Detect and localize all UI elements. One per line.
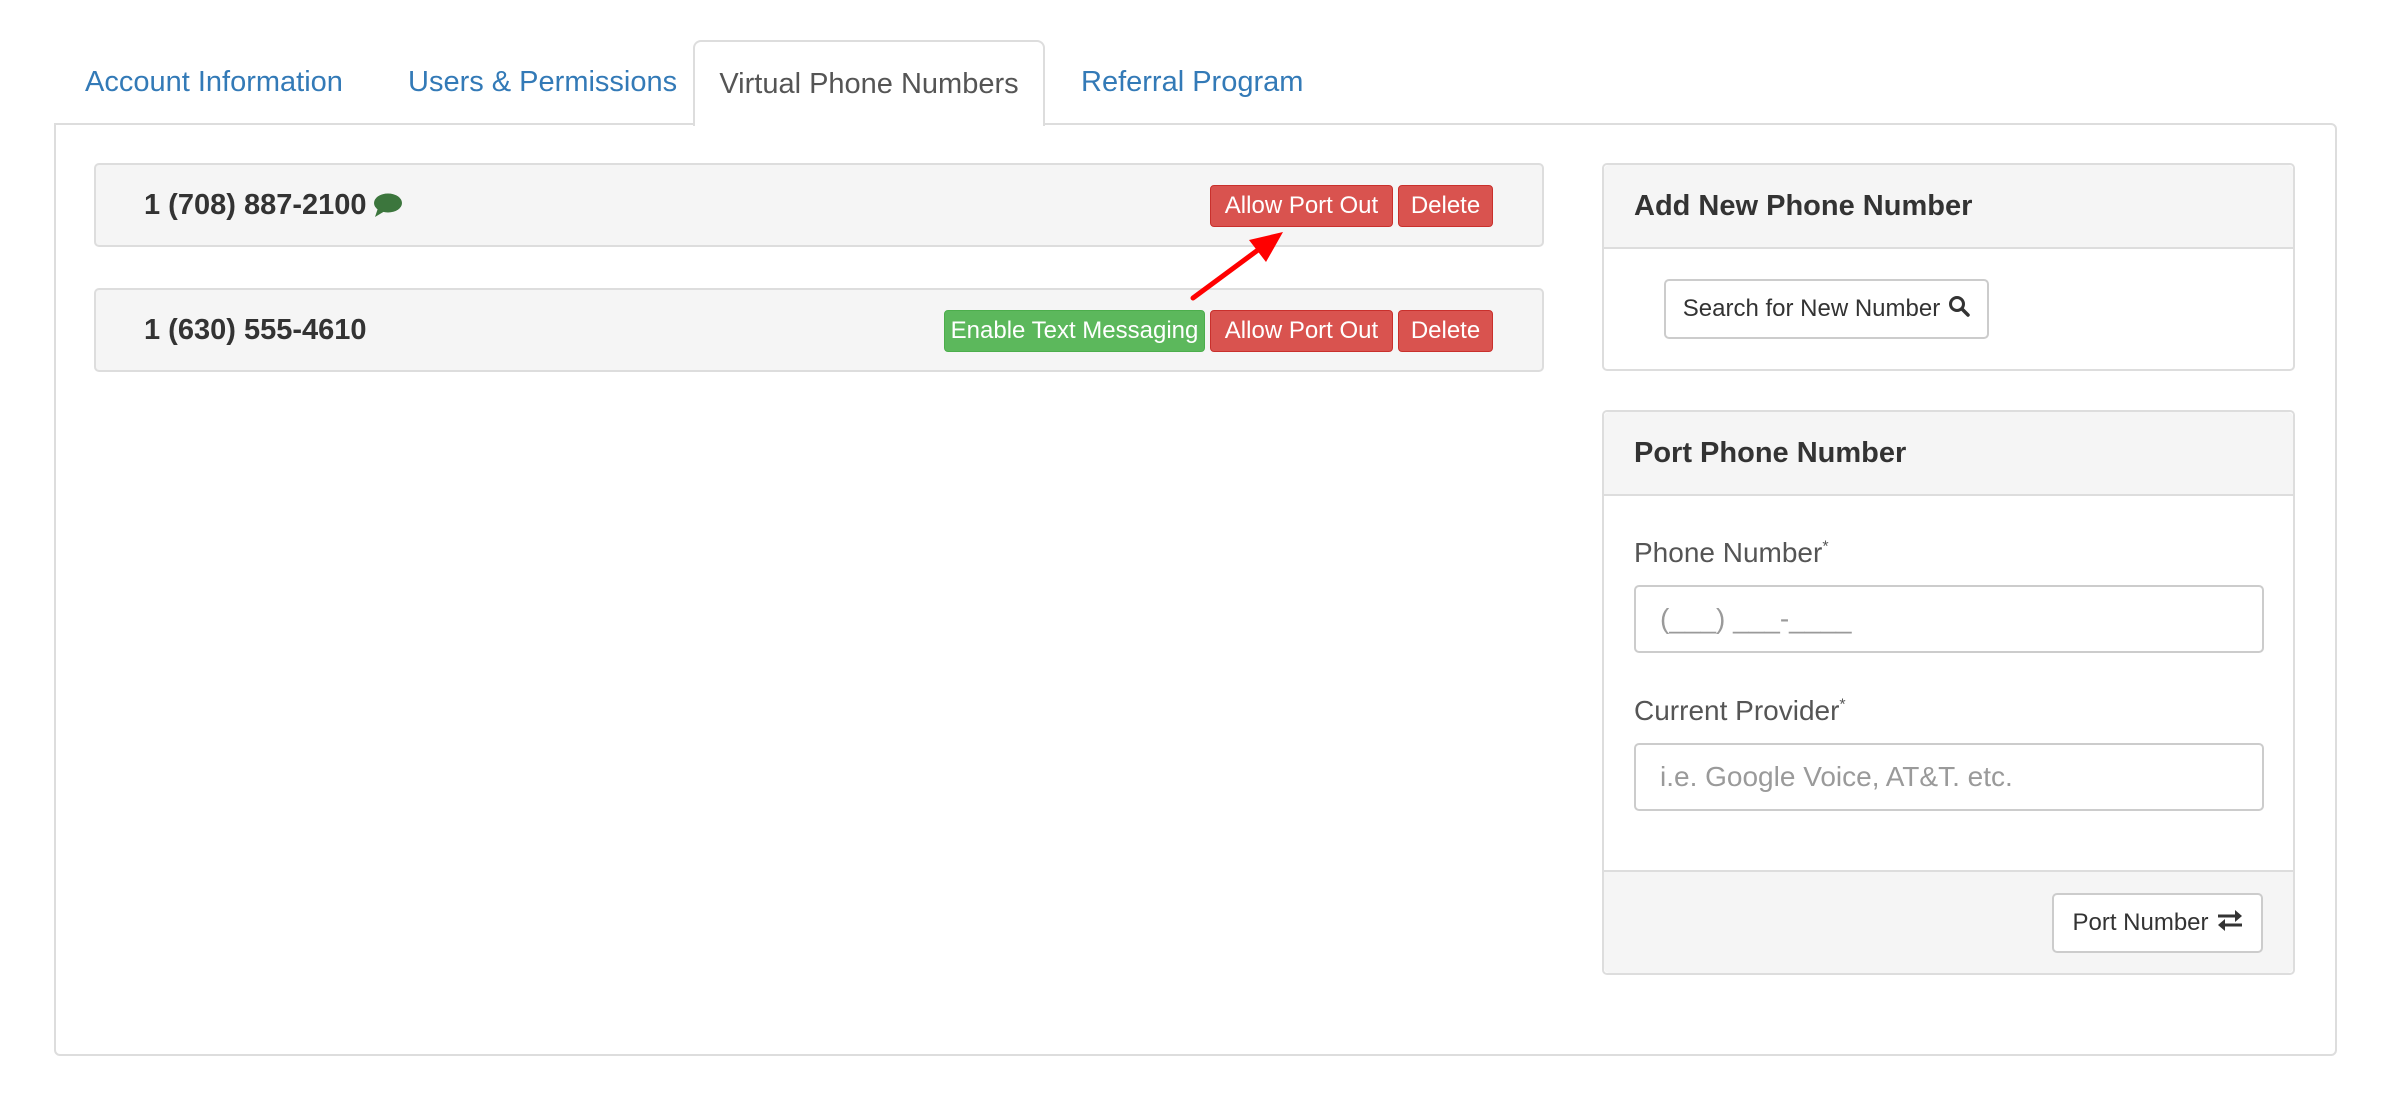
tab-referral-program[interactable]: Referral Program — [1081, 40, 1303, 124]
search-icon — [1948, 295, 1970, 324]
phone-number-row: 1 (708) 887-2100 Allow Port Out Delete — [94, 163, 1544, 247]
phone-number-label-text: Phone Number — [1634, 537, 1823, 568]
port-number-button-label: Port Number — [2072, 909, 2209, 936]
phone-number-text: 1 (708) 887-2100 — [144, 188, 367, 221]
add-phone-number-panel: Add New Phone Number Search for New Numb… — [1602, 163, 2295, 371]
phone-number-text: 1 (630) 555-4610 — [144, 313, 367, 346]
phone-number-label: 1 (708) 887-2100 — [144, 165, 403, 245]
current-provider-field-label: Current Provider* — [1634, 695, 1846, 727]
delete-button[interactable]: Delete — [1398, 310, 1493, 352]
current-provider-label-text: Current Provider — [1634, 695, 1840, 726]
phone-number-input[interactable] — [1634, 585, 2264, 653]
search-new-number-button[interactable]: Search for New Number — [1664, 279, 1989, 339]
port-panel-footer: Port Number — [1604, 870, 2293, 973]
required-mark: * — [1822, 538, 1829, 556]
phone-number-field-label: Phone Number* — [1634, 537, 1829, 569]
phone-number-label: 1 (630) 555-4610 — [144, 290, 367, 370]
add-phone-number-heading: Add New Phone Number — [1604, 165, 2293, 249]
port-phone-number-panel: Port Phone Number Phone Number* Current … — [1602, 410, 2295, 975]
exchange-icon — [2217, 909, 2243, 938]
delete-button[interactable]: Delete — [1398, 185, 1493, 227]
chat-bubble-icon — [373, 192, 403, 218]
required-mark: * — [1839, 696, 1846, 714]
current-provider-input[interactable] — [1634, 743, 2264, 811]
tab-virtual-phone-numbers[interactable]: Virtual Phone Numbers — [693, 40, 1045, 126]
port-number-button[interactable]: Port Number — [2052, 893, 2263, 953]
enable-text-messaging-button[interactable]: Enable Text Messaging — [944, 310, 1205, 352]
search-button-label: Search for New Number — [1682, 295, 1941, 322]
phone-number-row: 1 (630) 555-4610 Enable Text Messaging A… — [94, 288, 1544, 372]
tab-account-information[interactable]: Account Information — [85, 40, 343, 124]
allow-port-out-button[interactable]: Allow Port Out — [1210, 185, 1393, 227]
allow-port-out-button[interactable]: Allow Port Out — [1210, 310, 1393, 352]
port-phone-number-heading: Port Phone Number — [1604, 412, 2293, 496]
page: Account Information Users & Permissions … — [0, 0, 2392, 1116]
tab-users-permissions[interactable]: Users & Permissions — [408, 40, 677, 124]
